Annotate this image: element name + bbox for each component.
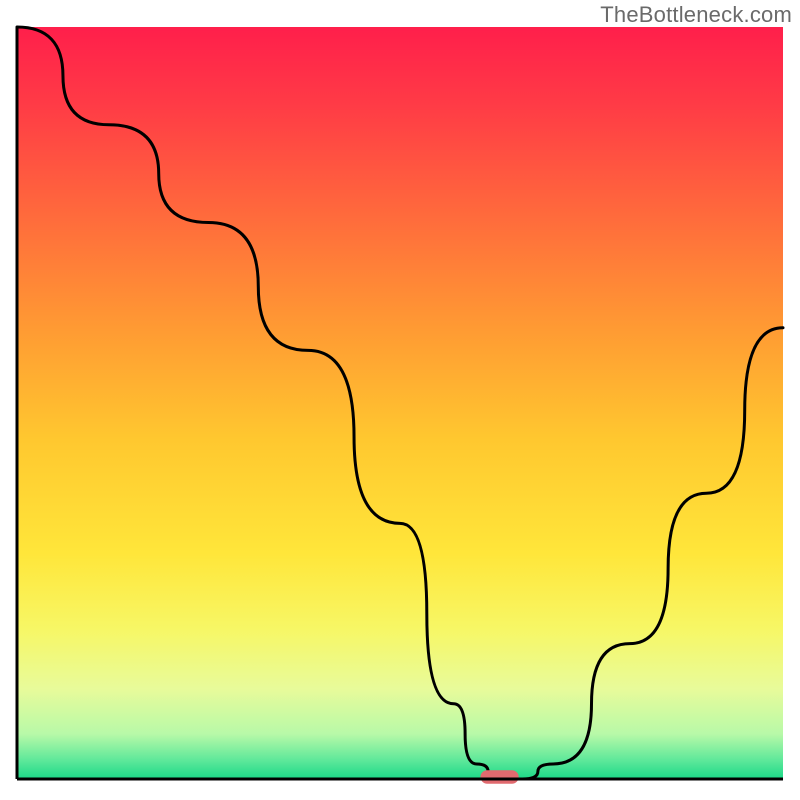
watermark-text: TheBottleneck.com	[600, 2, 792, 28]
plot-background	[17, 27, 783, 779]
optimal-marker	[480, 770, 518, 784]
chart-container: TheBottleneck.com	[0, 0, 800, 800]
bottleneck-chart	[0, 0, 800, 800]
